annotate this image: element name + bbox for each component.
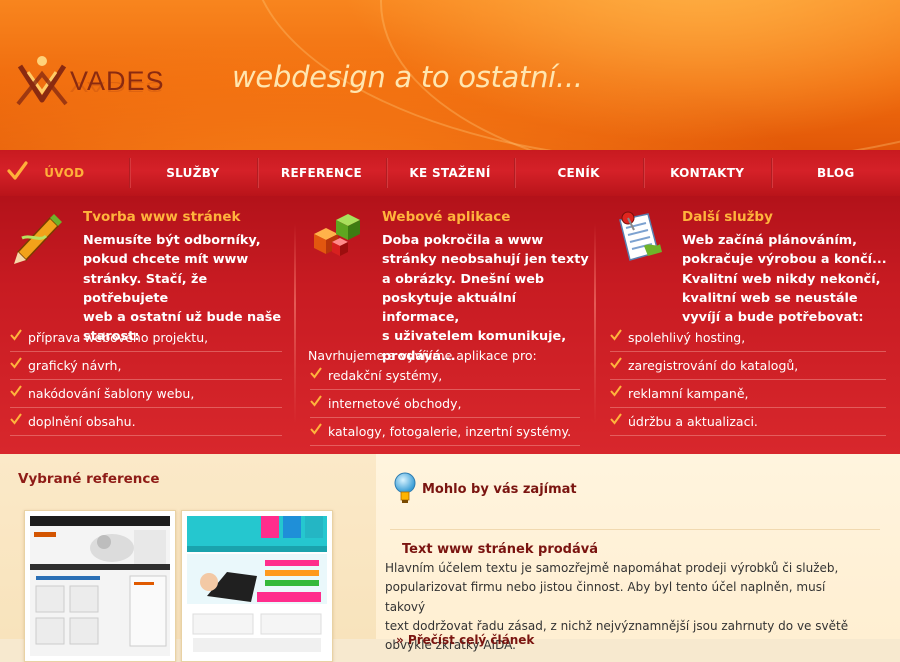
text-line: popularizovat firmu nebo jistou činnost.… (385, 580, 826, 614)
nav-item-kontakty[interactable]: KONTAKTY (642, 150, 772, 196)
list-item-label: nakódování šablony webu, (28, 386, 195, 401)
check-icon (310, 423, 322, 435)
nav-label: CENÍK (557, 166, 600, 180)
reference-screenshot-icon (30, 516, 170, 656)
reference-thumbnail[interactable] (24, 510, 176, 662)
text-line: Doba pokročila a www (382, 233, 544, 248)
header: VADES VADES webdesign a to ostatní... (0, 0, 900, 150)
section-title: Vybrané reference (18, 471, 160, 487)
list-item: reklamní kampaně, (610, 380, 886, 408)
feature-intro: Navrhujeme a vyvíjíme aplikace pro: (308, 348, 537, 363)
list-item: internetové obchody, (310, 390, 580, 418)
feature-list: příprava webového projektu, grafický náv… (10, 324, 282, 436)
list-item: grafický návrh, (10, 352, 282, 380)
feature-other: Další služby Web začíná plánováním, pokr… (600, 196, 900, 454)
references-section: Vybrané reference (0, 454, 376, 662)
nav-item-blog[interactable]: BLOG (771, 150, 900, 196)
check-icon (10, 357, 22, 369)
nav-item-ke-stazeni[interactable]: KE STAŽENÍ (385, 150, 515, 196)
check-icon (610, 413, 622, 425)
check-icon (610, 329, 622, 341)
text-line: a obrázky. Dnešní web (382, 271, 545, 287)
check-icon (10, 329, 22, 341)
list-item-label: zaregistrování do katalogů, (628, 358, 799, 373)
slogan: webdesign a to ostatní... (232, 60, 583, 94)
text-line: Kvalitní web nikdy nekončí, (682, 271, 881, 287)
reference-screenshot-icon (187, 516, 327, 656)
list-item: údržbu a aktualizaci. (610, 408, 886, 436)
list-item-label: spolehlivý hosting, (628, 330, 746, 345)
nav-label: KONTAKTY (670, 166, 745, 180)
read-more-link[interactable]: » Přečíst celý článek (396, 633, 534, 647)
nav-item-cenik[interactable]: CENÍK (514, 150, 643, 196)
text-line: pokud chcete mít www (83, 252, 249, 268)
list-item-label: příprava webového projektu, (28, 330, 209, 345)
text-line: Web začíná plánováním, (682, 233, 857, 248)
feature-band: Tvorba www stránek Nemusíte být odborník… (0, 196, 900, 454)
feature-title: Webové aplikace (382, 209, 511, 225)
clipboard-icon (619, 211, 662, 261)
nav-label: ÚVOD (44, 166, 85, 180)
list-item-label: internetové obchody, (328, 396, 462, 411)
check-icon (10, 385, 22, 397)
nav-label: SLUŽBY (166, 166, 220, 180)
list-item: příprava webového projektu, (10, 324, 282, 352)
article-title[interactable]: Text www stránek prodává (402, 542, 598, 557)
list-item-label: reklamní kampaně, (628, 386, 749, 401)
text-line: stránky. Stačí, že potřebujete (83, 271, 208, 306)
text-line: kvalitní web se neustále (682, 290, 858, 306)
nav-item-sluzby[interactable]: SLUŽBY (128, 150, 258, 196)
pencil-icon (14, 214, 62, 264)
lightbulb-icon (394, 472, 416, 503)
logo[interactable]: VADES VADES (14, 52, 184, 112)
text-line: s uživatelem komunikuje, (382, 329, 567, 345)
feature-text: Web začíná plánováním, pokračuje výrobou… (682, 231, 887, 327)
logo-reflection: VADES (70, 78, 165, 96)
list-item-label: údržbu a aktualizaci. (628, 414, 758, 429)
check-icon (310, 395, 322, 407)
nav-label: BLOG (816, 166, 855, 180)
interest-section: Mohlo by vás zajímat Text www stránek pr… (376, 454, 900, 652)
feature-title: Další služby (682, 209, 773, 225)
nav-item-reference[interactable]: REFERENCE (257, 150, 386, 196)
text-line: Nemusíte být odborníky, (83, 233, 261, 248)
feature-title: Tvorba www stránek (83, 209, 241, 225)
divider (390, 529, 880, 530)
checkmark-icon (7, 161, 28, 180)
section-title: Mohlo by vás zajímat (422, 482, 577, 497)
nav-label: KE STAŽENÍ (409, 166, 491, 180)
text-line: Hlavním účelem textu je samozřejmě napom… (385, 561, 839, 575)
text-line: poskytuje aktuální informace, (382, 290, 517, 326)
main-nav: ÚVOD SLUŽBY REFERENCE KE STAŽENÍ CENÍK K… (0, 150, 900, 196)
check-icon (310, 367, 322, 379)
list-item-label: redakční systémy, (328, 368, 443, 383)
list-item: nakódování šablony webu, (10, 380, 282, 408)
check-icon (610, 385, 622, 397)
feature-web: Tvorba www stránek Nemusíte být odborník… (0, 196, 296, 454)
logo-mark-icon (16, 56, 68, 106)
text-line: pokračuje výrobou a končí... (682, 252, 887, 268)
nav-label: REFERENCE (280, 166, 362, 180)
list-item: katalogy, fotogalerie, inzertní systémy. (310, 418, 580, 446)
feature-text: Doba pokročila a www stránky neobsahují … (382, 231, 596, 366)
reference-thumbnail[interactable] (181, 510, 333, 662)
check-icon (10, 413, 22, 425)
text-line: stránky neobsahují jen texty (382, 252, 589, 268)
feature-apps: Webové aplikace Doba pokročila a www str… (300, 196, 596, 454)
feature-list: spolehlivý hosting, zaregistrování do ka… (610, 324, 886, 436)
column-divider (594, 224, 596, 424)
feature-list: redakční systémy, internetové obchody, k… (310, 362, 580, 446)
check-icon (610, 357, 622, 369)
list-item-label: grafický návrh, (28, 358, 122, 373)
list-item: zaregistrování do katalogů, (610, 352, 886, 380)
column-divider (294, 224, 296, 424)
list-item-label: doplnění obsahu. (28, 414, 136, 429)
list-item: spolehlivý hosting, (610, 324, 886, 352)
cubes-icon (314, 214, 360, 256)
list-item: redakční systémy, (310, 362, 580, 390)
nav-item-uvod[interactable]: ÚVOD (0, 150, 129, 196)
list-item-label: katalogy, fotogalerie, inzertní systémy. (328, 424, 572, 439)
list-item: doplnění obsahu. (10, 408, 282, 436)
